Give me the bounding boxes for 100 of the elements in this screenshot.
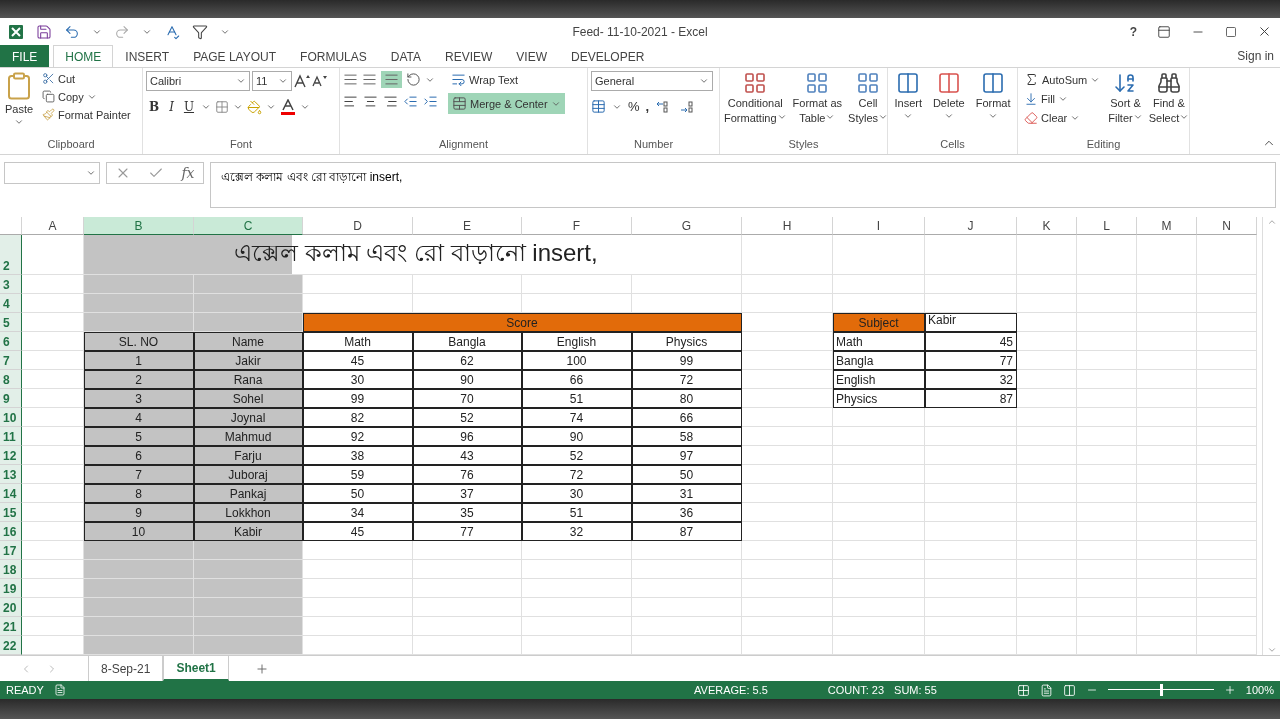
increase-indent-icon[interactable]	[423, 94, 438, 109]
column-header[interactable]: L	[1077, 217, 1137, 235]
column-header[interactable]: D	[303, 217, 413, 235]
macro-record-icon[interactable]	[53, 684, 66, 696]
redo-icon[interactable]	[114, 23, 130, 40]
italic-button[interactable]: I	[166, 100, 177, 114]
font-name-field[interactable]: Calibri	[146, 71, 250, 91]
zoom-thumb[interactable]	[1159, 684, 1163, 696]
row-header[interactable]: 12	[0, 446, 22, 465]
copy-button[interactable]: Copy	[39, 89, 134, 104]
bold-button[interactable]: B	[146, 100, 163, 114]
row-header[interactable]: 22	[0, 636, 22, 655]
normal-view-icon[interactable]	[1016, 683, 1030, 697]
row-header[interactable]: 4	[0, 294, 22, 313]
align-left-icon[interactable]	[343, 94, 358, 109]
column-header[interactable]: H	[742, 217, 833, 235]
number-format-field[interactable]: General	[591, 71, 713, 91]
borders-icon[interactable]	[215, 100, 230, 114]
close-icon[interactable]	[1257, 24, 1272, 39]
row-header[interactable]: 13	[0, 465, 22, 484]
ribbon-display-icon[interactable]	[1157, 24, 1171, 39]
restore-icon[interactable]	[1225, 25, 1237, 38]
format-painter-button[interactable]: Format Painter	[39, 107, 134, 122]
undo-icon[interactable]	[64, 23, 80, 40]
fill-button[interactable]: Fill	[1021, 91, 1104, 107]
row-header[interactable]: 9	[0, 389, 22, 408]
cells-button[interactable]: Delete	[931, 71, 966, 138]
insert-function-button[interactable]: fx	[181, 165, 195, 181]
percent-button[interactable]: %	[628, 99, 640, 114]
top-align-icon[interactable]	[343, 72, 358, 87]
row-header[interactable]: 21	[0, 617, 22, 636]
row-header[interactable]: 7	[0, 351, 22, 370]
column-header[interactable]: K	[1017, 217, 1077, 235]
orientation-icon[interactable]	[406, 72, 421, 87]
row-header[interactable]: 5	[0, 313, 22, 332]
row-header[interactable]: 11	[0, 427, 22, 446]
row-header[interactable]: 6	[0, 332, 22, 351]
font-color-icon[interactable]	[280, 99, 297, 115]
row-header[interactable]: 19	[0, 579, 22, 598]
row-header[interactable]: 16	[0, 522, 22, 541]
column-header[interactable]: G	[632, 217, 742, 235]
column-header[interactable]: J	[925, 217, 1017, 235]
column-header[interactable]: N	[1197, 217, 1257, 235]
help-button[interactable]: ?	[1129, 24, 1137, 39]
caret-icon[interactable]	[266, 102, 277, 112]
add-sheet-icon[interactable]	[254, 661, 269, 676]
align-right-icon[interactable]	[383, 94, 398, 109]
row-header[interactable]: 2	[0, 235, 22, 275]
ribbon-tab[interactable]: FILE	[0, 45, 50, 67]
sort-filter-button[interactable]: Sort & Filter	[1107, 71, 1144, 138]
accounting-format-icon[interactable]	[591, 99, 606, 114]
paste-button[interactable]: Paste	[3, 71, 35, 138]
column-header[interactable]: A	[22, 217, 84, 235]
excel-logo-icon[interactable]	[8, 23, 24, 40]
row-header[interactable]: 10	[0, 408, 22, 427]
cells-button[interactable]: Format	[974, 71, 1012, 138]
sheet-tab[interactable]: 8-Sep-21	[88, 656, 164, 681]
sign-in-link[interactable]: Sign in	[1237, 49, 1280, 63]
wrap-text-button[interactable]: Wrap Text	[448, 71, 565, 88]
find-select-button[interactable]: Find & Select	[1147, 71, 1191, 138]
sheet-tab[interactable]: Sheet1	[163, 656, 229, 681]
clear-button[interactable]: Clear	[1021, 110, 1104, 126]
filter-icon[interactable]	[192, 23, 208, 40]
column-header[interactable]: B	[84, 217, 194, 235]
cut-button[interactable]: Cut	[39, 71, 134, 86]
row-header[interactable]: 15	[0, 503, 22, 522]
row-header[interactable]: 14	[0, 484, 22, 503]
column-header[interactable]: M	[1137, 217, 1197, 235]
row-header[interactable]: 3	[0, 275, 22, 294]
style-button[interactable]: Format as Table	[791, 71, 844, 138]
decrease-indent-icon[interactable]	[403, 94, 418, 109]
cells-button[interactable]: Insert	[893, 71, 923, 138]
page-break-icon[interactable]	[1062, 683, 1076, 697]
middle-align-icon[interactable]	[362, 72, 377, 87]
save-icon[interactable]	[36, 23, 52, 40]
caret-icon[interactable]	[300, 102, 311, 112]
row-header[interactable]: 20	[0, 598, 22, 617]
align-center-icon[interactable]	[363, 94, 378, 109]
font-size-field[interactable]: 11	[252, 71, 292, 91]
merge-center-button[interactable]: Merge & Center	[448, 93, 565, 114]
shrink-font-icon[interactable]	[312, 75, 327, 87]
column-header[interactable]: I	[833, 217, 925, 235]
grow-font-icon[interactable]	[294, 74, 310, 88]
caret-icon[interactable]	[233, 102, 244, 112]
column-header[interactable]: F	[522, 217, 632, 235]
autosum-button[interactable]: AutoSum	[1021, 71, 1104, 88]
fill-color-icon[interactable]	[247, 99, 263, 115]
row-header[interactable]: 18	[0, 560, 22, 579]
zoom-in-icon[interactable]	[1223, 684, 1236, 696]
row-header[interactable]: 17	[0, 541, 22, 560]
formula-field[interactable]: এক্সেল কলাম এবং রো বাড়ানো insert,	[210, 162, 1276, 208]
comma-button[interactable]: ,	[645, 99, 650, 114]
spell-check-icon[interactable]	[164, 23, 180, 40]
caret-icon[interactable]	[201, 102, 212, 112]
style-button[interactable]: Conditional Formatting	[723, 71, 788, 138]
bottom-align-button[interactable]	[381, 71, 402, 88]
column-header[interactable]: C	[194, 217, 303, 235]
column-header[interactable]: E	[413, 217, 522, 235]
page-layout-icon[interactable]	[1039, 683, 1053, 697]
ribbon-tab[interactable]: HOME	[53, 45, 114, 67]
